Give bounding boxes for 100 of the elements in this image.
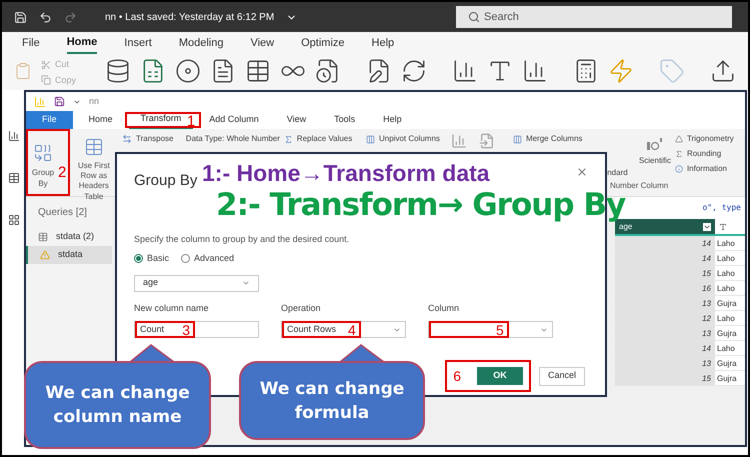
save-icon[interactable]: [54, 96, 65, 107]
annotation-text: 1:- Home→Transform data: [202, 159, 490, 188]
chart-edit-icon[interactable]: [522, 58, 548, 84]
first-row-button[interactable]: Use First Row as Headers: [70, 129, 118, 191]
text-field[interactable]: Count 3: [134, 321, 259, 338]
publish-icon[interactable]: [710, 58, 736, 84]
exponent-icon: [646, 137, 664, 151]
table-cell: Laho: [715, 281, 745, 295]
group-column-dropdown[interactable]: age: [134, 274, 259, 292]
table-cell: Laho: [715, 251, 745, 265]
step-number: 4: [348, 322, 356, 336]
table-cell: Laho: [715, 236, 745, 250]
table-cell: 15: [615, 371, 715, 385]
table-icon: [84, 137, 104, 157]
dropdown-icon[interactable]: [703, 222, 711, 230]
information-button[interactable]: Information: [686, 163, 727, 175]
ribbon-tab[interactable]: View: [274, 111, 318, 129]
step-number: 1: [186, 114, 196, 129]
table-cell: Laho: [715, 266, 745, 280]
group-by-button[interactable]: Group By: [28, 143, 58, 189]
table-icon[interactable]: [245, 58, 271, 84]
merge-icon: [512, 134, 522, 144]
table-cell: Gujra: [715, 356, 745, 370]
transpose-icon: [122, 134, 132, 144]
refresh-icon[interactable]: [401, 58, 427, 84]
radio-label: Advanced: [194, 252, 234, 265]
rounding-button[interactable]: Rounding: [686, 148, 722, 160]
table-icon[interactable]: [8, 172, 20, 184]
table-cell: 14: [615, 341, 715, 355]
step-number: 6: [453, 369, 461, 383]
table-icon: [38, 232, 48, 242]
table-cell: Gujra: [715, 296, 745, 310]
radio-button[interactable]: [181, 254, 190, 264]
ok-button[interactable]: OK: [477, 367, 523, 385]
step-number: 2: [58, 165, 66, 180]
model-icon[interactable]: [8, 214, 20, 226]
disc-icon[interactable]: [175, 58, 201, 84]
rounding-icon: [674, 150, 683, 158]
triangle-icon: [674, 135, 683, 143]
ribbon-tab[interactable]: Home: [76, 111, 125, 129]
unpivot-button[interactable]: Unpivot Columns: [378, 133, 440, 145]
menu-tab[interactable]: Help: [372, 32, 394, 54]
dropdown-field[interactable]: 5: [428, 321, 553, 338]
replace-values-button[interactable]: Replace Values: [296, 133, 352, 145]
unpivot-icon: [366, 134, 375, 144]
merge-columns-button[interactable]: Merge Columns: [526, 133, 582, 145]
column-header[interactable]: age: [615, 219, 715, 234]
menu-tab[interactable]: View: [250, 32, 274, 54]
trigonometry-button[interactable]: Trigonometry: [686, 133, 734, 145]
search-field[interactable]: Search: [456, 6, 732, 28]
group-icon: [33, 143, 53, 163]
table-cell: 13: [615, 356, 715, 370]
ribbon-tab[interactable]: Tools: [322, 111, 368, 129]
field-label: New column name: [134, 302, 210, 314]
scientific-button[interactable]: Scientific: [638, 155, 671, 167]
field-value: Count: [140, 322, 164, 336]
search-icon: [468, 11, 480, 23]
query-item[interactable]: stdata: [26, 246, 112, 264]
data-type-dropdown[interactable]: Data Type: Whole Number: [186, 133, 280, 145]
undo-icon[interactable]: [39, 10, 52, 24]
menu-tab[interactable]: Optimize: [301, 32, 345, 54]
table-cell: Laho: [715, 311, 745, 325]
speech-callout: We can change formula: [239, 344, 425, 440]
cancel-button[interactable]: Cancel: [539, 366, 585, 386]
standard-button[interactable]: ndard: [607, 167, 628, 179]
transpose-button[interactable]: Transpose: [136, 133, 174, 145]
table-cell: 16: [615, 281, 715, 295]
close-icon[interactable]: [576, 166, 588, 178]
speech-callout: We can change column name: [24, 344, 211, 449]
redo-icon[interactable]: [64, 10, 77, 24]
window-title: nn • Last saved: Yesterday at 6:12 PM: [105, 10, 274, 24]
column-chart-icon: [451, 133, 468, 149]
step-number: 3: [182, 322, 190, 336]
table-cell: Laho: [715, 341, 745, 355]
app-logo-icon: [34, 96, 46, 108]
extract-icon: [479, 133, 496, 149]
replace-icon: [284, 134, 293, 144]
query-item[interactable]: stdata (2): [26, 228, 112, 246]
ribbon-tab[interactable]: File: [26, 111, 73, 129]
menu-tab[interactable]: File: [22, 32, 40, 54]
ribbon-tab[interactable]: Add Column: [197, 111, 271, 129]
dialog-title: Group By: [134, 171, 198, 191]
table-cell: 13: [615, 326, 715, 340]
warning-icon: [40, 250, 50, 260]
caret-icon: [242, 279, 250, 287]
pane-title: Queries [2]: [37, 206, 88, 220]
database-icon[interactable]: [105, 58, 131, 84]
report-icon[interactable]: [8, 130, 20, 142]
info-icon: [674, 165, 683, 173]
radio-button[interactable]: [134, 254, 143, 264]
menu-tab[interactable]: Insert: [124, 32, 152, 54]
table-cell: Gujra: [715, 326, 745, 340]
ribbon-tab[interactable]: Help: [371, 111, 414, 129]
formula-text: o", type: [702, 202, 741, 214]
bar-chart-icon[interactable]: [452, 58, 478, 84]
menu-tab[interactable]: Modeling: [178, 32, 224, 54]
field-value: Count Rows: [287, 322, 336, 336]
table-cell: 14: [615, 236, 715, 250]
dropdown-field[interactable]: Count Rows 4: [281, 321, 406, 338]
group-label: Number Column: [610, 180, 670, 192]
